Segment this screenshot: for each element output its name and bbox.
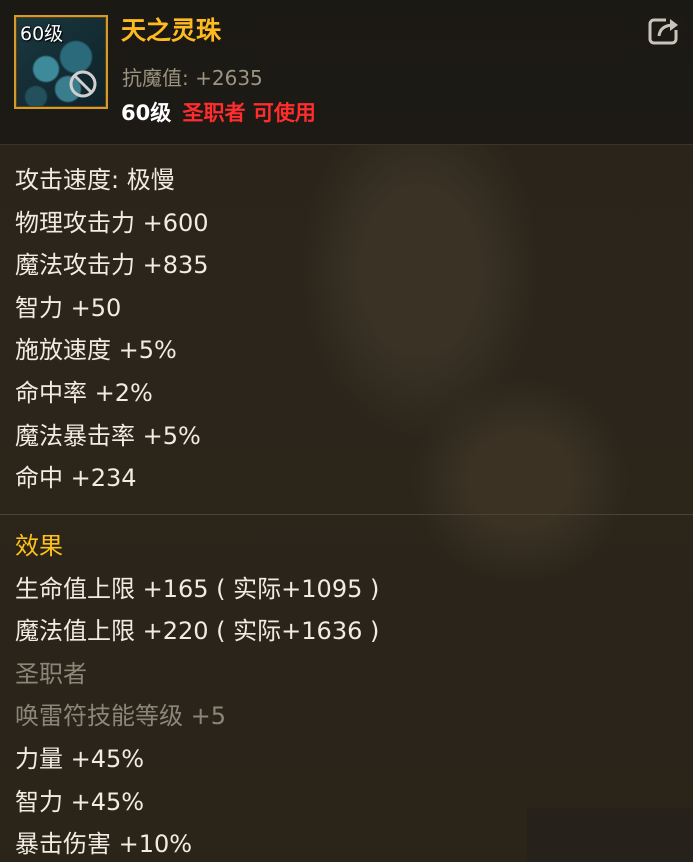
magic-resist-line: 抗魔值: +2635 <box>122 62 263 91</box>
magic-resist-value: +2635 <box>195 66 263 90</box>
requirement-line: 60级 圣职者 可使用 <box>121 97 316 127</box>
tooltip-header: 60级 天之灵珠 抗魔值: +2635 60级 圣职者 可使用 <box>0 0 693 145</box>
stat-accuracy: 命中 +234 <box>15 464 137 493</box>
item-icon[interactable]: 60级 <box>14 15 108 109</box>
effect-mp-max: 魔法值上限 +220 ( 实际+1636 ) <box>15 617 380 646</box>
stat-cast-speed: 施放速度 +5% <box>15 336 177 365</box>
class-effect-header: 圣职者 <box>15 659 87 688</box>
section-divider <box>0 514 693 515</box>
stat-magic-attack: 魔法攻击力 +835 <box>15 251 209 280</box>
stat-intelligence: 智力 +50 <box>15 293 122 322</box>
unusable-icon <box>69 70 97 98</box>
item-tooltip: 60级 天之灵珠 抗魔值: +2635 60级 圣职者 可使用 攻击速度: 极慢… <box>0 0 693 862</box>
item-name: 天之灵珠 <box>121 16 222 45</box>
class-effect-skill-level: 唤雷符技能等级 +5 <box>15 702 227 731</box>
share-icon[interactable] <box>647 14 683 46</box>
stat-magic-crit: 魔法暴击率 +5% <box>15 421 201 450</box>
stat-attack-speed: 攻击速度: 极慢 <box>15 166 175 194</box>
effects-title: 效果 <box>15 532 63 560</box>
effect-hp-max: 生命值上限 +165 ( 实际+1095 ) <box>15 574 380 603</box>
required-class: 圣职者 可使用 <box>182 101 316 125</box>
item-level-badge: 60级 <box>20 23 64 45</box>
stat-physical-attack: 物理攻击力 +600 <box>15 208 209 237</box>
effect-strength: 力量 +45% <box>15 744 145 773</box>
stat-hit-rate: 命中率 +2% <box>15 378 153 407</box>
magic-resist-label: 抗魔值: <box>122 66 189 90</box>
background-panel-edge <box>527 808 693 862</box>
stats-list: 攻击速度: 极慢 物理攻击力 +600 魔法攻击力 +835 智力 +50 施放… <box>15 163 675 504</box>
required-level: 60级 <box>121 101 172 125</box>
